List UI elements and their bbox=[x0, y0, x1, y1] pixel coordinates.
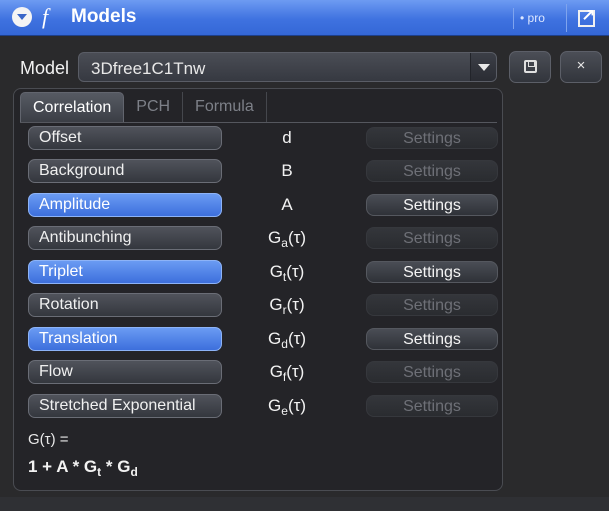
settings-button[interactable]: Settings bbox=[366, 194, 498, 216]
settings-button[interactable]: Settings bbox=[366, 261, 498, 283]
parameter-toggle-offset[interactable]: Offset bbox=[28, 126, 222, 150]
parameter-row: Background B Settings bbox=[28, 159, 500, 183]
tab-correlation[interactable]: Correlation bbox=[20, 92, 125, 122]
parameter-row: Triplet Gt(τ) Settings bbox=[28, 260, 500, 284]
parameter-symbol: Gd(τ) bbox=[250, 329, 324, 351]
model-label: Model bbox=[20, 58, 70, 78]
symbol-argument: (τ) bbox=[286, 262, 305, 281]
parameter-symbol: Ga(τ) bbox=[250, 228, 324, 250]
formula-subscript: d bbox=[130, 465, 138, 479]
model-select-value: 3Dfree1C1Tnw bbox=[91, 59, 206, 78]
symbol-argument: (τ) bbox=[286, 362, 305, 381]
symbol-subscript: d bbox=[281, 337, 288, 351]
parameter-symbol: Gf(τ) bbox=[250, 362, 324, 384]
parameter-row: Translation Gd(τ) Settings bbox=[28, 327, 500, 351]
symbol-main: G bbox=[269, 362, 283, 381]
collapse-arrow-icon[interactable] bbox=[12, 7, 32, 27]
parameter-symbol: B bbox=[250, 161, 324, 181]
save-icon bbox=[524, 60, 537, 73]
symbol-main: d bbox=[282, 128, 292, 147]
symbol-argument: (τ) bbox=[286, 295, 305, 314]
symbol-argument: (τ) bbox=[287, 329, 306, 348]
symbol-argument: (τ) bbox=[287, 228, 306, 247]
tab-formula[interactable]: Formula bbox=[183, 92, 267, 122]
settings-button: Settings bbox=[366, 395, 498, 417]
symbol-main: G bbox=[269, 295, 283, 314]
tab-divider bbox=[20, 122, 497, 123]
model-select[interactable]: 3Dfree1C1Tnw bbox=[78, 52, 497, 82]
parameter-row: Antibunching Ga(τ) Settings bbox=[28, 226, 500, 250]
settings-button[interactable]: Settings bbox=[366, 328, 498, 350]
symbol-subscript: t bbox=[282, 270, 287, 284]
parameter-symbol: Ge(τ) bbox=[250, 396, 324, 418]
function-icon: f bbox=[42, 4, 49, 29]
tab-bar: Correlation PCH Formula bbox=[20, 92, 267, 122]
parameter-symbol: Gr(τ) bbox=[250, 295, 324, 317]
symbol-main: G bbox=[268, 228, 282, 247]
symbol-argument: (τ) bbox=[287, 396, 306, 415]
parameter-toggle-stretched-exponential[interactable]: Stretched Exponential bbox=[28, 394, 222, 418]
formula-heading: G(τ) = bbox=[28, 431, 69, 448]
parameter-toggle-background[interactable]: Background bbox=[28, 159, 222, 183]
settings-button: Settings bbox=[366, 361, 498, 383]
parameter-row: Offset d Settings bbox=[28, 126, 500, 150]
parameter-toggle-antibunching[interactable]: Antibunching bbox=[28, 226, 222, 250]
parameter-row: Stretched Exponential Ge(τ) Settings bbox=[28, 394, 500, 418]
parameter-toggle-flow[interactable]: Flow bbox=[28, 360, 222, 384]
symbol-main: G bbox=[268, 396, 282, 415]
symbol-main: G bbox=[268, 329, 282, 348]
formula-part: 1 + A * G bbox=[28, 457, 98, 476]
settings-button: Settings bbox=[366, 160, 498, 182]
parameter-toggle-translation[interactable]: Translation bbox=[28, 327, 222, 351]
formula-subscript: t bbox=[97, 465, 102, 479]
symbol-main: B bbox=[281, 161, 293, 180]
expand-window-button[interactable]: ↗ bbox=[566, 4, 604, 32]
parameter-toggle-amplitude[interactable]: Amplitude bbox=[28, 193, 222, 217]
symbol-subscript: r bbox=[282, 303, 287, 317]
pro-label[interactable]: • pro bbox=[513, 8, 560, 29]
parameter-row: Flow Gf(τ) Settings bbox=[28, 360, 500, 384]
symbol-main: G bbox=[269, 262, 283, 281]
symbol-subscript: a bbox=[281, 236, 288, 250]
parameter-symbol: A bbox=[250, 195, 324, 215]
symbol-subscript: f bbox=[282, 370, 287, 384]
symbol-subscript: e bbox=[281, 404, 288, 418]
save-model-button[interactable] bbox=[509, 51, 551, 83]
formula-part: * G bbox=[101, 457, 131, 476]
parameter-symbol: Gt(τ) bbox=[250, 262, 324, 284]
settings-button: Settings bbox=[366, 294, 498, 316]
parameter-row: Amplitude A Settings bbox=[28, 193, 500, 217]
tab-pch[interactable]: PCH bbox=[124, 92, 184, 122]
expand-arrow-icon: ↗ bbox=[581, 6, 596, 25]
bottom-strip bbox=[0, 497, 609, 511]
parameter-toggle-rotation[interactable]: Rotation bbox=[28, 293, 222, 317]
chevron-down-icon[interactable] bbox=[470, 53, 496, 81]
settings-button: Settings bbox=[366, 127, 498, 149]
close-model-button[interactable]: × bbox=[560, 51, 602, 83]
window-title: Models bbox=[71, 6, 137, 27]
parameter-symbol: d bbox=[250, 128, 324, 148]
parameter-toggle-triplet[interactable]: Triplet bbox=[28, 260, 222, 284]
formula-expression: 1 + A * Gt * Gd bbox=[28, 457, 138, 479]
model-panel: Correlation PCH Formula Offset d Settings B… bbox=[13, 88, 503, 491]
titlebar: f Models • pro ↗ bbox=[0, 0, 609, 36]
symbol-main: A bbox=[281, 195, 293, 214]
parameter-row: Rotation Gr(τ) Settings bbox=[28, 293, 500, 317]
settings-button: Settings bbox=[366, 227, 498, 249]
close-icon: × bbox=[576, 57, 586, 74]
